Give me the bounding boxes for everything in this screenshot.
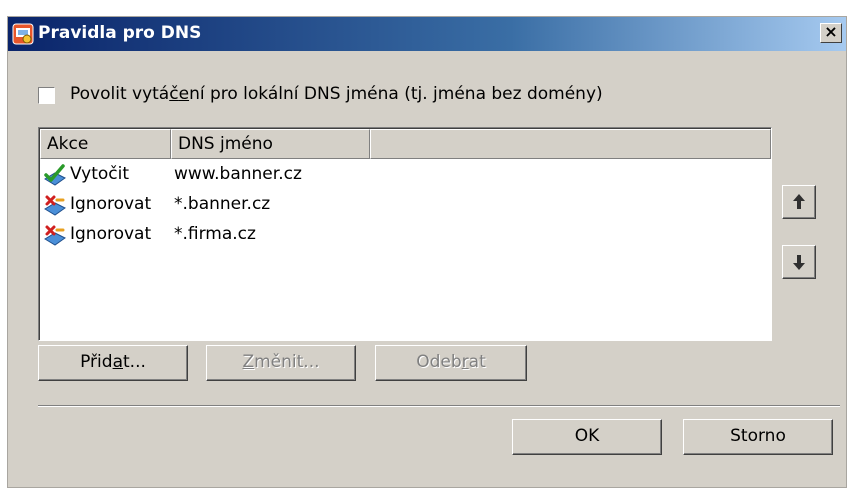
row-action: Ignorovat	[70, 194, 152, 214]
close-button[interactable]: ×	[820, 23, 842, 43]
close-icon: ×	[824, 22, 838, 41]
allow-local-dns-checkbox[interactable]	[38, 87, 55, 104]
dns-rules-list[interactable]: Akce DNS jméno Vytočit www.banner.cz Ign…	[38, 127, 772, 341]
table-row[interactable]: Ignorovat *.banner.cz	[43, 191, 763, 221]
dial-check-icon	[44, 164, 66, 186]
edit-button[interactable]: Změnit...	[206, 345, 356, 381]
table-row[interactable]: Ignorovat *.firma.cz	[43, 221, 763, 251]
window-title: Pravidla pro DNS	[38, 23, 202, 43]
add-button[interactable]: Přidat...	[38, 345, 188, 381]
table-row[interactable]: Vytočit www.banner.cz	[43, 161, 763, 191]
column-header-dns-name[interactable]: DNS jméno	[171, 129, 370, 159]
ignore-x-icon	[44, 225, 66, 246]
row-dns-name: *.firma.cz	[174, 224, 256, 244]
ignore-x-icon	[44, 195, 66, 216]
arrow-up-icon	[793, 194, 805, 209]
separator	[38, 405, 840, 407]
ok-button[interactable]: OK	[512, 419, 662, 455]
title-bar[interactable]: Pravidla pro DNS ×	[8, 17, 846, 51]
row-action: Ignorovat	[70, 224, 152, 244]
remove-button[interactable]: Odebrat	[375, 345, 527, 381]
row-dns-name: *.banner.cz	[174, 194, 271, 214]
column-header-action[interactable]: Akce	[40, 129, 171, 159]
move-down-button[interactable]	[782, 245, 816, 279]
row-dns-name: www.banner.cz	[174, 164, 302, 184]
list-header: Akce DNS jméno	[40, 129, 771, 159]
cancel-button[interactable]: Storno	[683, 419, 833, 455]
app-icon	[12, 23, 34, 45]
move-up-button[interactable]	[782, 185, 816, 219]
row-action: Vytočit	[70, 164, 130, 184]
allow-local-dns-label[interactable]: Povolit vytáčení pro lokální DNS jména (…	[70, 84, 603, 104]
arrow-down-icon	[793, 255, 805, 270]
dns-rules-dialog: Pravidla pro DNS × Povolit vytáčení pro …	[7, 16, 847, 488]
column-header-empty[interactable]	[370, 129, 771, 159]
